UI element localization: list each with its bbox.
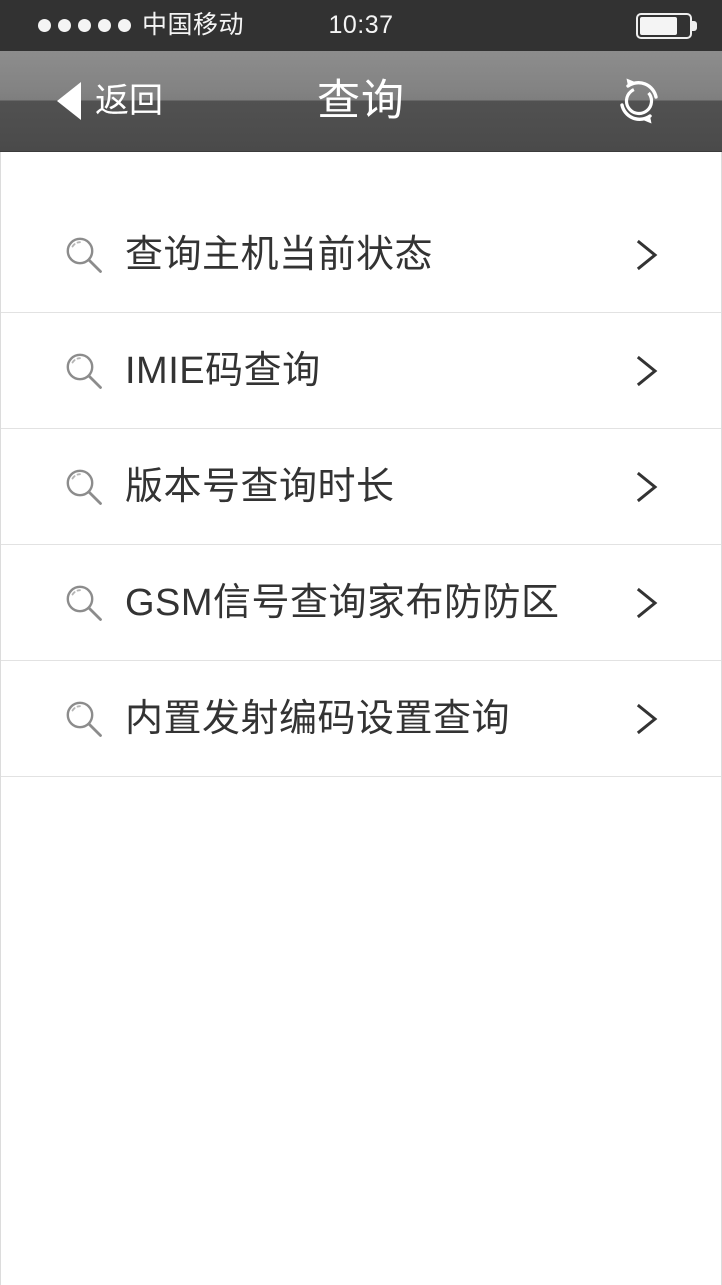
navigation-bar: 返回 查询 <box>0 51 722 152</box>
list-item[interactable]: 版本号查询时长 <box>1 429 721 545</box>
list-item-chevron <box>629 586 663 620</box>
list-item[interactable]: 内置发射编码设置查询 <box>1 661 721 777</box>
magnifier-icon <box>66 237 102 273</box>
magnifier-icon <box>66 469 102 505</box>
list-item[interactable]: 查询主机当前状态 <box>1 197 721 313</box>
magnifier-icon <box>66 701 102 737</box>
list-item-chevron <box>629 702 663 736</box>
list-item-icon <box>63 466 105 508</box>
chevron-right-icon <box>636 355 658 386</box>
magnifier-icon <box>66 585 102 621</box>
list-item-icon <box>63 234 105 276</box>
chevron-right-icon <box>636 703 658 734</box>
list-item-chevron <box>629 238 663 272</box>
list-top-spacer <box>1 152 721 197</box>
refresh-button[interactable] <box>611 73 667 129</box>
back-button-label: 返回 <box>95 82 163 120</box>
triangle-left-icon <box>57 82 81 120</box>
status-bar-clock: 10:37 <box>328 11 394 39</box>
back-button[interactable]: 返回 <box>57 82 163 120</box>
list-item-chevron <box>629 470 663 504</box>
chevron-right-icon <box>636 239 658 270</box>
list-item-label: GSM信号查询家布防防区 <box>125 581 560 624</box>
list-item-icon <box>63 582 105 624</box>
list-item-icon <box>63 698 105 740</box>
list-item-label: 查询主机当前状态 <box>125 233 434 276</box>
battery-icon <box>636 12 697 39</box>
status-bar: 中国移动 10:37 <box>0 0 722 51</box>
list-item[interactable]: IMIE码查询 <box>1 313 721 429</box>
status-bar-right <box>636 12 697 39</box>
chevron-right-icon <box>636 471 658 502</box>
phone-screen: 中国移动 10:37 返回 查询 查询主机当前状态 IMIE码查询 版本号查询时… <box>0 0 722 1285</box>
list-item-label: IMIE码查询 <box>125 349 321 392</box>
query-menu-list: 查询主机当前状态 IMIE码查询 版本号查询时长 GSM信号查询家布防防区 内置… <box>1 197 721 777</box>
chevron-right-icon <box>636 587 658 618</box>
list-item[interactable]: GSM信号查询家布防防区 <box>1 545 721 661</box>
list-item-label: 版本号查询时长 <box>125 465 395 508</box>
list-item-chevron <box>629 354 663 388</box>
list-item-label: 内置发射编码设置查询 <box>125 697 511 740</box>
refresh-sync-icon <box>620 78 658 124</box>
magnifier-icon <box>66 353 102 389</box>
content-area: 查询主机当前状态 IMIE码查询 版本号查询时长 GSM信号查询家布防防区 内置… <box>0 152 722 1285</box>
list-item-icon <box>63 350 105 392</box>
